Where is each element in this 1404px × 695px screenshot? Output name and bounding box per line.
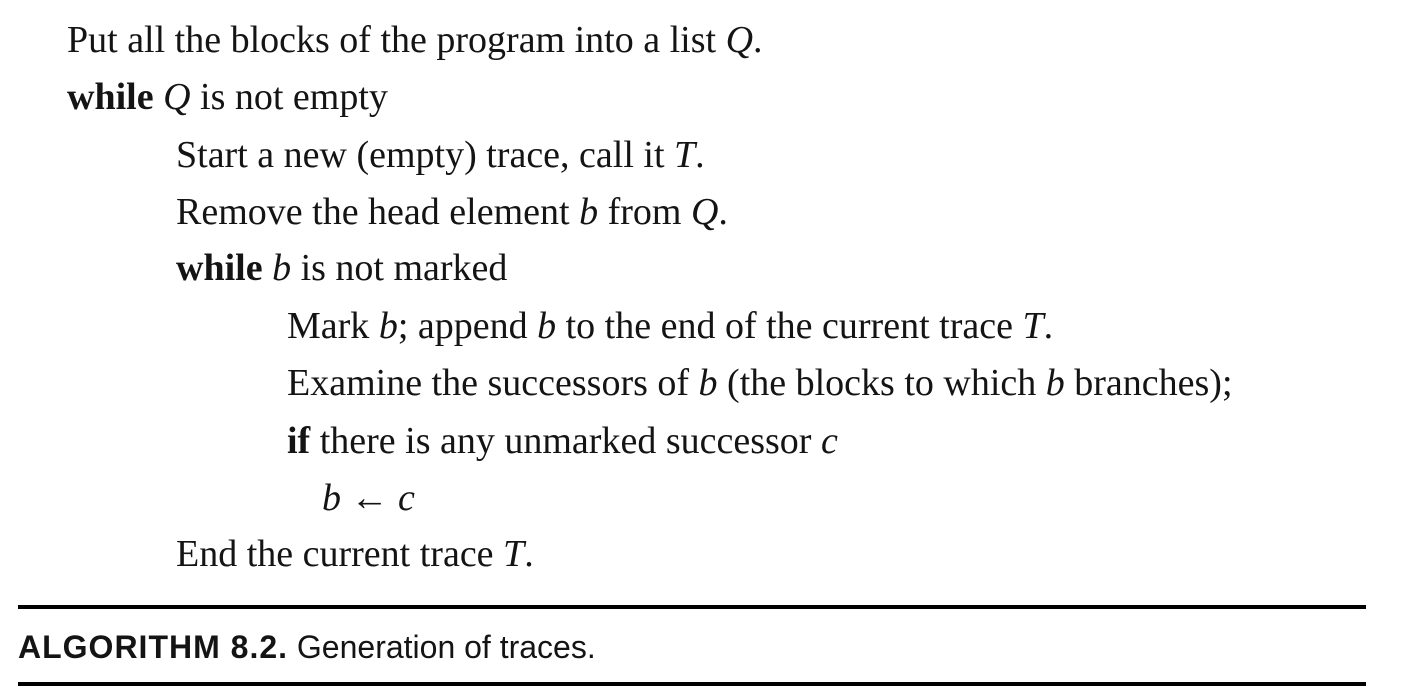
line-text: Mark bbox=[287, 305, 379, 347]
keyword-while: while bbox=[176, 247, 263, 289]
algorithm-line-10: End the current trace T. bbox=[176, 532, 534, 576]
math-variable-c: c bbox=[398, 477, 415, 519]
assignment-arrow: ← bbox=[341, 477, 398, 519]
algorithm-line-1: Put all the blocks of the program into a… bbox=[67, 18, 763, 62]
algorithm-line-4: Remove the head element b from Q. bbox=[176, 190, 728, 234]
caption-bottom-rule bbox=[18, 682, 1366, 686]
math-variable-b: b bbox=[698, 362, 718, 404]
math-variable-b: b bbox=[579, 191, 599, 233]
line-text: . bbox=[1043, 305, 1054, 347]
line-text: . bbox=[695, 134, 705, 176]
line-text: is not empty bbox=[190, 76, 388, 118]
line-text: Put all the blocks of the program into a… bbox=[67, 19, 726, 61]
line-text: Remove the head element bbox=[176, 191, 580, 233]
line-text: Examine the successors of bbox=[287, 362, 699, 404]
math-variable-t: T bbox=[674, 134, 696, 176]
line-text bbox=[154, 76, 164, 118]
math-variable-q: Q bbox=[690, 191, 719, 233]
algorithm-line-9: b ← c bbox=[322, 476, 415, 520]
line-text: branches); bbox=[1064, 362, 1233, 404]
math-variable-b: b bbox=[378, 305, 398, 347]
line-text: . bbox=[718, 191, 728, 233]
algorithm-line-6: Mark b; append b to the end of the curre… bbox=[287, 304, 1053, 348]
math-variable-b: b bbox=[537, 305, 557, 347]
caption-label: ALGORITHM 8.2. bbox=[18, 629, 289, 665]
math-variable-b: b bbox=[1045, 362, 1065, 404]
line-text: . bbox=[753, 19, 763, 61]
math-variable-t: T bbox=[1022, 305, 1044, 347]
algorithm-line-2: while Q is not empty bbox=[67, 75, 388, 119]
line-text: Start a new (empty) trace, call it bbox=[176, 134, 675, 176]
math-variable-b: b bbox=[322, 477, 341, 519]
algorithm-line-8: if there is any unmarked successor c bbox=[287, 419, 838, 463]
caption-text: Generation of traces. bbox=[288, 629, 596, 665]
keyword-if: if bbox=[287, 420, 311, 462]
line-text: to the end of the current trace bbox=[556, 305, 1023, 347]
math-variable-q: Q bbox=[163, 76, 191, 118]
line-text: is not marked bbox=[291, 247, 508, 289]
math-variable-q: Q bbox=[725, 19, 754, 61]
algorithm-line-3: Start a new (empty) trace, call it T. bbox=[176, 133, 705, 177]
line-text: End the current trace bbox=[176, 533, 504, 575]
caption-top-rule bbox=[18, 605, 1366, 609]
keyword-while: while bbox=[67, 76, 154, 118]
algorithm-line-7: Examine the successors of b (the blocks … bbox=[287, 361, 1233, 405]
algorithm-figure: Put all the blocks of the program into a… bbox=[0, 0, 1404, 695]
algorithm-line-5: while b is not marked bbox=[176, 246, 507, 290]
line-text: (the blocks to which bbox=[717, 362, 1046, 404]
line-text: there is any unmarked successor bbox=[310, 420, 821, 462]
math-variable-t: T bbox=[503, 533, 525, 575]
line-text: from bbox=[598, 191, 691, 233]
line-text: . bbox=[524, 533, 534, 575]
math-variable-b: b bbox=[272, 247, 292, 289]
figure-caption: ALGORITHM 8.2. Generation of traces. bbox=[18, 627, 596, 667]
math-variable-c: c bbox=[820, 420, 838, 462]
line-text: ; append bbox=[397, 305, 538, 347]
line-text bbox=[263, 247, 273, 289]
